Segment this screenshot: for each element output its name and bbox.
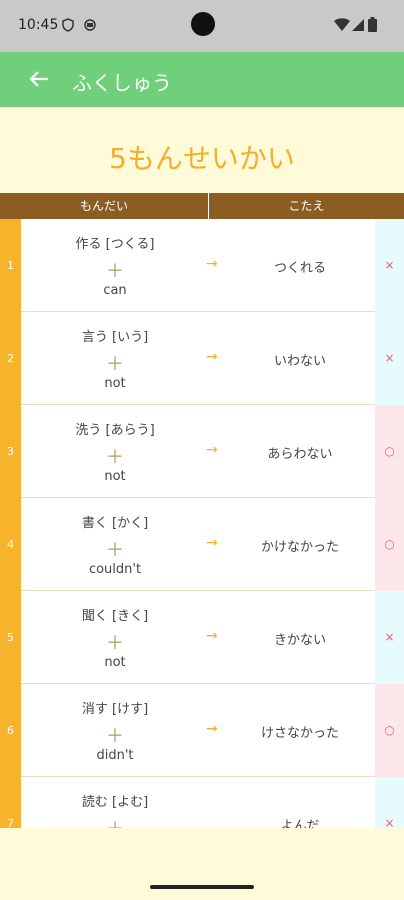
app-bar-title: ふくしゅう [72,71,172,95]
result-mark: × [375,591,404,684]
question-verb: 書く [かく] [81,516,149,531]
table-row: 4 書く [かく] ＋ couldn't → かけなかった ○ [0,498,404,591]
question-verb: 作る [つくる] [75,237,155,252]
row-number: 5 [0,591,21,684]
row-number: 3 [0,405,21,498]
row-number: 6 [0,684,21,777]
row-number: 2 [0,312,21,405]
nav-bar [0,878,404,900]
result-mark: ○ [375,498,404,591]
plus-sign: ＋ [106,540,124,561]
question-verb: 聞く [きく] [81,609,149,624]
status-time: 10:45 [18,17,59,33]
row-number: 7 [0,777,21,828]
plus-sign: ＋ [106,633,124,654]
result-mark: ○ [375,684,404,777]
answer-text: つくれる [273,261,326,276]
home-indicator[interactable] [150,885,254,889]
status-bar: 10:45 [0,0,404,52]
plus-sign: ＋ [106,447,124,468]
wifi-icon [334,18,350,31]
table-row: 7 読む [よむ] ＋ よんだ × [0,777,404,828]
answer-text: あらわない [267,447,333,462]
arrow-icon: → [206,721,218,737]
score-banner: 5もんせいかい [0,107,404,193]
plus-sign: ＋ [106,261,124,282]
arrow-icon: → [206,349,218,365]
arrow-icon: → [206,535,218,551]
plus-sign: ＋ [106,726,124,747]
question-form: didn't [96,748,134,763]
question-form: not [104,655,126,670]
table-row: 1 作る [つくる] ＋ can → つくれる × [0,219,404,312]
battery-icon [368,17,377,32]
result-mark: × [375,312,404,405]
arrow-icon: → [206,442,218,458]
table-row: 6 消す [けす] ＋ didn't → けさなかった ○ [0,684,404,777]
arrow-icon: → [206,256,218,272]
question-form: not [104,469,126,484]
result-mark: × [375,777,404,828]
answer-text: かけなかった [260,540,339,555]
answer-text: けさなかった [260,726,339,741]
question-verb: 洗う [あらう] [75,423,155,438]
answer-list[interactable]: 1 作る [つくる] ＋ can → つくれる × 2 言う [いう] ＋ no… [0,219,404,828]
table-row: 2 言う [いう] ＋ not → いわない × [0,312,404,405]
arrow-icon: → [206,628,218,644]
table-header: もんだい こたえ [0,193,404,219]
signal-icon [352,19,364,31]
app-notification-icon [84,19,96,31]
app-bar: ふくしゅう [0,52,404,107]
row-number: 4 [0,498,21,591]
footer-area [0,828,404,878]
question-verb: 読む [よむ] [81,795,149,810]
result-mark: ○ [375,405,404,498]
plus-sign: ＋ [106,354,124,375]
camera-cutout [191,12,215,36]
table-row: 5 聞く [きく] ＋ not → きかない × [0,591,404,684]
plus-sign: ＋ [21,815,209,828]
question-form: not [104,376,126,391]
header-question: もんだい [79,199,128,213]
header-answer: こたえ [288,199,325,213]
question-form: couldn't [88,562,142,577]
table-row: 3 洗う [あらう] ＋ not → あらわない ○ [0,405,404,498]
answer-text: よんだ [280,819,320,828]
result-mark: × [375,219,404,312]
row-number: 1 [0,219,21,312]
score-text: 5もんせいかい [109,142,295,175]
question-verb: 言う [いう] [81,330,149,345]
question-verb: 消す [けす] [81,702,149,717]
answer-text: きかない [273,633,326,648]
answer-text: いわない [273,354,326,369]
shield-icon [62,18,74,32]
question-form: can [103,283,127,298]
back-arrow-icon[interactable] [28,68,50,90]
